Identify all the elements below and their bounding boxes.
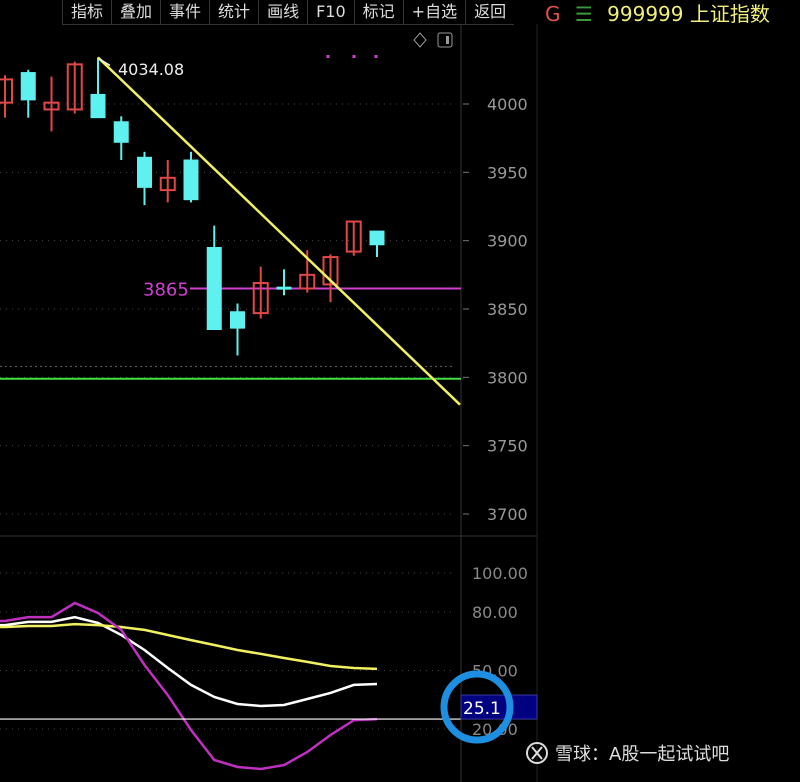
candle-5 xyxy=(113,116,129,161)
y-tick-label: 3900 xyxy=(487,232,528,251)
candle-12 xyxy=(276,269,292,296)
watermark-text: 雪球：A股一起试试吧 xyxy=(555,744,730,765)
y-tick-label: 4000 xyxy=(487,95,528,114)
xueqiu-logo-icon xyxy=(526,742,548,764)
candle-9 xyxy=(206,225,222,331)
candle-body xyxy=(183,159,199,201)
candle-0 xyxy=(0,75,13,118)
candle-body xyxy=(90,93,106,119)
y-tick-label: 3700 xyxy=(487,505,528,524)
candle-11 xyxy=(252,266,269,319)
candle-body xyxy=(206,247,222,331)
candle-2 xyxy=(43,76,60,132)
candle-body xyxy=(276,286,292,290)
diamond-icon xyxy=(413,32,427,48)
marker-dot xyxy=(374,55,378,58)
candle-3 xyxy=(66,61,83,114)
candle-16 xyxy=(369,230,385,258)
candle-10 xyxy=(230,303,245,356)
y-tick-label: 3950 xyxy=(487,163,528,182)
panel-toggle-icon-bar xyxy=(446,36,449,44)
marker-dot xyxy=(352,55,356,58)
indicator-line-2 xyxy=(0,601,378,771)
support-label: 3865 xyxy=(143,280,189,301)
marker-dot xyxy=(326,55,330,58)
candle-4 xyxy=(90,57,106,119)
candle-1 xyxy=(20,69,36,118)
candle-7 xyxy=(159,160,176,203)
candle-body xyxy=(113,121,129,143)
panel-toggle-icon[interactable] xyxy=(437,32,453,48)
kline-chart: 4000 3950 3900 3850 3800 3750 3700 3865 4034.08 1… xyxy=(0,24,538,782)
y-tick-label: 3850 xyxy=(487,300,528,319)
indicator-line-1 xyxy=(0,622,378,671)
candle-body xyxy=(20,72,36,101)
candle-body xyxy=(230,311,245,329)
reference-label: 25.1 xyxy=(463,699,501,719)
candle-6 xyxy=(137,151,152,206)
watermark: 雪球：A股一起试试吧 xyxy=(525,740,729,766)
trendline xyxy=(97,56,461,406)
y-tick-label: 100.00 xyxy=(472,564,528,583)
high-label: 4034.08 xyxy=(118,60,184,79)
y-tick-label: 3750 xyxy=(487,437,528,456)
candle-15 xyxy=(345,220,362,256)
candle-8 xyxy=(183,151,199,203)
candle-body xyxy=(137,156,152,188)
candle-14 xyxy=(322,254,339,303)
candle-body xyxy=(369,230,385,246)
y-tick-label: 3800 xyxy=(487,368,528,387)
y-tick-label: 80.00 xyxy=(472,603,518,622)
indicator-line-0 xyxy=(0,615,378,708)
